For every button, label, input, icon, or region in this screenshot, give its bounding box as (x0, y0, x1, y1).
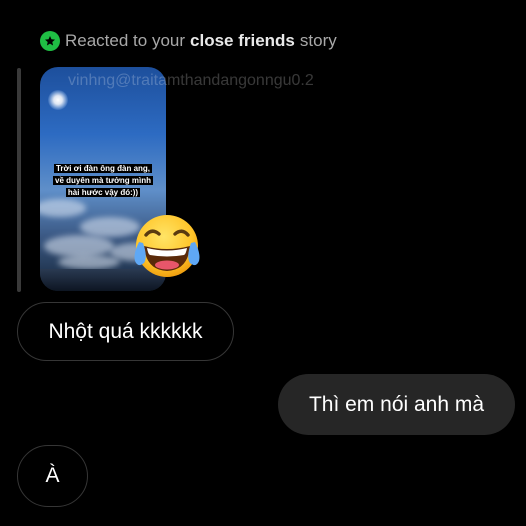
story-caption: Trời ơi đàn ông đàn ang, về duyên mà tưở… (48, 163, 158, 199)
cloud-image (40, 199, 86, 217)
story-caption-line: Trời ơi đàn ông đàn ang, (53, 164, 153, 173)
cloud-image (58, 255, 120, 269)
reply-quote-bar (17, 68, 21, 292)
cloud-image (44, 235, 114, 257)
message-bubble-sent[interactable]: Thì em nói anh mà (278, 374, 515, 435)
face-with-tears-of-joy-icon (130, 212, 204, 280)
story-username: vinhng@traitamthandangonngu0.2 (68, 72, 314, 89)
message-bubble-received[interactable]: Nhột quá kkkkkk (17, 302, 234, 361)
sun-image (48, 90, 68, 110)
message-bubble-received[interactable]: À (17, 445, 88, 507)
close-friends-label: close friends (190, 31, 295, 50)
story-caption-line: về duyên mà tưởng mình (53, 176, 153, 185)
story-caption-line: hài hước vậy đó:)) (65, 188, 141, 197)
star-icon (40, 31, 60, 51)
reply-prefix-text: Reacted to your (65, 31, 186, 50)
reply-suffix-text: story (299, 31, 337, 50)
story-reply-header: Reacted to your close friends story (40, 30, 337, 52)
